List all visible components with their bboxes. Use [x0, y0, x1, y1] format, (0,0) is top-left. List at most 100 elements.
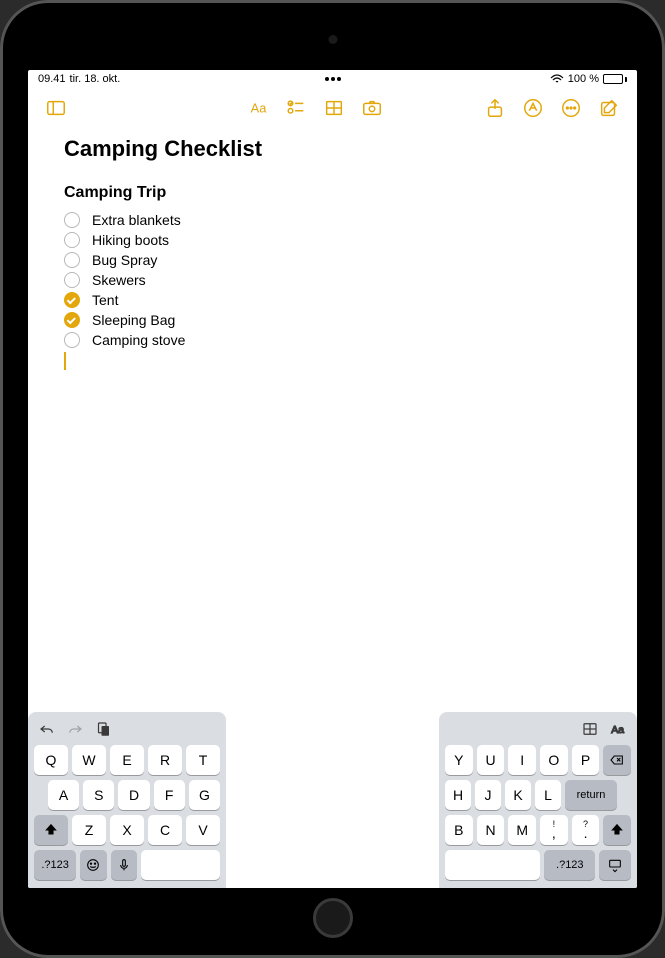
checklist-item-label[interactable]: Extra blankets: [92, 212, 181, 228]
share-icon: [484, 97, 506, 119]
key-f[interactable]: F: [154, 780, 185, 810]
checklist-item[interactable]: Camping stove: [64, 330, 601, 350]
checklist-item-label[interactable]: Camping stove: [92, 332, 185, 348]
shift-key[interactable]: [34, 815, 68, 845]
redo-icon[interactable]: [66, 720, 84, 738]
checklist-item[interactable]: Sleeping Bag: [64, 310, 601, 330]
circle-icon[interactable]: [64, 272, 80, 288]
key-k[interactable]: K: [505, 780, 531, 810]
more-icon: [560, 97, 582, 119]
key-c[interactable]: C: [148, 815, 182, 845]
circle-icon[interactable]: [64, 332, 80, 348]
key-t[interactable]: T: [186, 745, 220, 775]
key-i[interactable]: I: [508, 745, 536, 775]
note-heading[interactable]: Camping Trip: [64, 184, 601, 202]
compose-icon: [598, 97, 620, 119]
key-b[interactable]: B: [445, 815, 473, 845]
markup-icon: [522, 97, 544, 119]
checklist-button[interactable]: [280, 92, 312, 124]
status-date: tir. 18. okt.: [70, 73, 121, 85]
checklist-item[interactable]: Hiking boots: [64, 230, 601, 250]
svg-text:Aa: Aa: [251, 101, 268, 116]
checklist-item-label[interactable]: Skewers: [92, 272, 146, 288]
checklist-item-label[interactable]: Hiking boots: [92, 232, 169, 248]
comma-key[interactable]: !,: [540, 815, 568, 845]
key-h[interactable]: H: [445, 780, 471, 810]
backspace-key[interactable]: [603, 745, 631, 775]
home-button[interactable]: [313, 898, 353, 938]
status-time: 09.41: [38, 73, 66, 85]
key-e[interactable]: E: [110, 745, 144, 775]
share-button[interactable]: [479, 92, 511, 124]
sidebar-toggle-button[interactable]: [40, 92, 72, 124]
checklist-item-label[interactable]: Tent: [92, 292, 118, 308]
key-a[interactable]: A: [48, 780, 79, 810]
key-l[interactable]: L: [535, 780, 561, 810]
battery-percent: 100 %: [568, 73, 599, 85]
camera-button[interactable]: [356, 92, 388, 124]
multitask-indicator[interactable]: [325, 77, 341, 81]
status-bar: 09.41 tir. 18. okt. 100 %: [28, 70, 637, 88]
compose-button[interactable]: [593, 92, 625, 124]
ipad-device: 09.41 tir. 18. okt. 100 % Aa: [0, 0, 665, 958]
key-p[interactable]: P: [572, 745, 600, 775]
numbers-key[interactable]: .?123: [34, 850, 76, 880]
space-key-left[interactable]: [141, 850, 220, 880]
period-key[interactable]: ?.: [572, 815, 600, 845]
key-x[interactable]: X: [110, 815, 144, 845]
keyboard-right: Aa YUIOP HJKLreturn BNM!,?. .?123: [439, 712, 637, 888]
kb-format-icon[interactable]: Aa: [609, 720, 627, 738]
key-z[interactable]: Z: [72, 815, 106, 845]
key-d[interactable]: D: [118, 780, 149, 810]
camera-icon: [361, 97, 383, 119]
format-button[interactable]: Aa: [242, 92, 274, 124]
sidebar-icon: [45, 97, 67, 119]
circle-icon[interactable]: [64, 212, 80, 228]
numbers-key-right[interactable]: .?123: [544, 850, 595, 880]
device-camera: [328, 35, 337, 44]
dismiss-keyboard-key[interactable]: [599, 850, 631, 880]
note-title[interactable]: Camping Checklist: [64, 136, 601, 162]
key-m[interactable]: M: [508, 815, 536, 845]
text-cursor: [64, 352, 66, 370]
checkmark-icon[interactable]: [64, 312, 80, 328]
checklist: Extra blankets Hiking boots Bug Spray Skewe…: [64, 210, 601, 370]
kb-left-toolbar: [34, 718, 220, 740]
checklist-item[interactable]: Skewers: [64, 270, 601, 290]
kb-right-toolbar: Aa: [445, 718, 631, 740]
key-g[interactable]: G: [189, 780, 220, 810]
dictate-key[interactable]: [111, 850, 137, 880]
emoji-key[interactable]: [80, 850, 106, 880]
key-u[interactable]: U: [477, 745, 505, 775]
checklist-item-label[interactable]: Sleeping Bag: [92, 312, 175, 328]
checklist-item[interactable]: Tent: [64, 290, 601, 310]
space-key-right[interactable]: [445, 850, 540, 880]
key-w[interactable]: W: [72, 745, 106, 775]
circle-icon[interactable]: [64, 232, 80, 248]
key-v[interactable]: V: [186, 815, 220, 845]
checklist-item[interactable]: Extra blankets: [64, 210, 601, 230]
checklist-item-label[interactable]: Bug Spray: [92, 252, 157, 268]
key-r[interactable]: R: [148, 745, 182, 775]
key-q[interactable]: Q: [34, 745, 68, 775]
return-key[interactable]: return: [565, 780, 617, 810]
checkmark-icon[interactable]: [64, 292, 80, 308]
shift-key-right[interactable]: [603, 815, 631, 845]
format-icon: Aa: [247, 97, 269, 119]
undo-icon[interactable]: [38, 720, 56, 738]
note-body[interactable]: Camping Checklist Camping Trip Extra bla…: [28, 128, 637, 712]
key-n[interactable]: N: [477, 815, 505, 845]
wifi-icon: [550, 74, 564, 84]
circle-icon[interactable]: [64, 252, 80, 268]
markup-button[interactable]: [517, 92, 549, 124]
table-button[interactable]: [318, 92, 350, 124]
key-o[interactable]: O: [540, 745, 568, 775]
key-s[interactable]: S: [83, 780, 114, 810]
screen: 09.41 tir. 18. okt. 100 % Aa: [28, 70, 637, 888]
kb-table-icon[interactable]: [581, 720, 599, 738]
checklist-item[interactable]: Bug Spray: [64, 250, 601, 270]
more-button[interactable]: [555, 92, 587, 124]
key-y[interactable]: Y: [445, 745, 473, 775]
key-j[interactable]: J: [475, 780, 501, 810]
paste-icon[interactable]: [94, 720, 112, 738]
